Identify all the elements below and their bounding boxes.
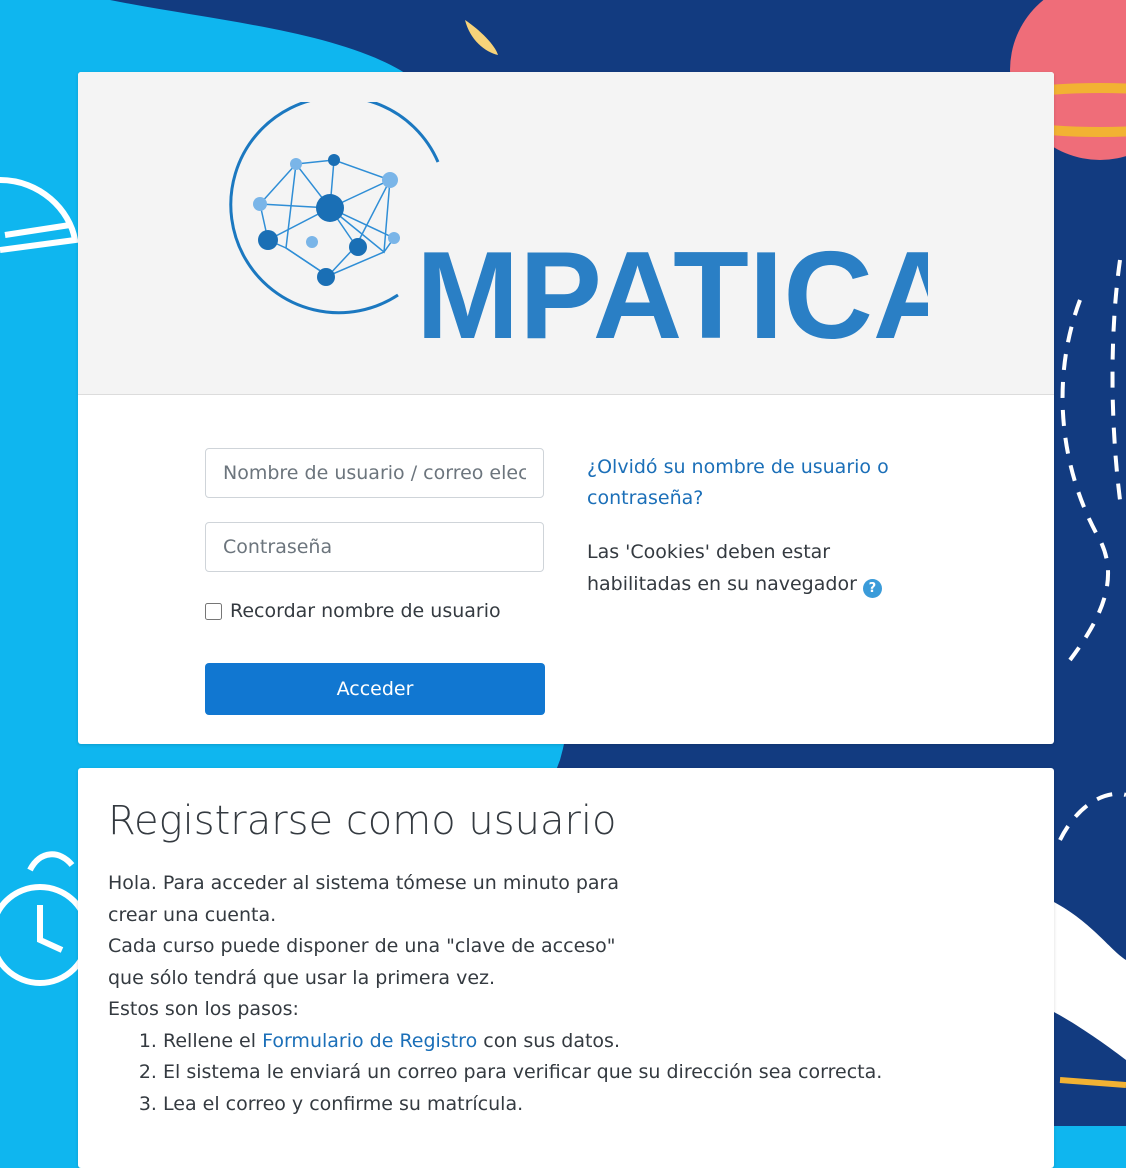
step-item: El sistema le enviará un correo para ver… bbox=[163, 1057, 1008, 1089]
register-title: Registrarse como usuario bbox=[108, 798, 617, 844]
logo-area: MPATICA bbox=[78, 72, 1054, 395]
remember-checkbox[interactable] bbox=[205, 602, 222, 620]
brand-logo: MPATICA bbox=[229, 102, 928, 362]
intro-line: Hola. Para acceder al sistema tómese un … bbox=[108, 872, 620, 894]
login-card: MPATICA Recordar nombre de usuario Acced… bbox=[78, 72, 1054, 744]
steps-heading: Estos son los pasos: bbox=[108, 998, 299, 1020]
password-input[interactable] bbox=[205, 522, 544, 572]
username-input[interactable] bbox=[205, 448, 544, 498]
steps-list: Rellene el Formulario de Registro con su… bbox=[108, 1026, 1008, 1121]
question-circle-icon[interactable]: ? bbox=[862, 579, 882, 598]
intro-line: crear una cuenta. bbox=[108, 903, 277, 926]
cookies-notice: Las 'Cookies' deben estar habilitadas en… bbox=[587, 536, 927, 600]
step-item: Rellene el Formulario de Registro con su… bbox=[163, 1026, 1008, 1058]
step-1-prefix: Rellene el bbox=[163, 1029, 257, 1052]
register-card: Registrarse como usuario Hola. Para acce… bbox=[78, 768, 1054, 1168]
remember-username[interactable]: Recordar nombre de usuario bbox=[205, 600, 501, 622]
registration-form-link[interactable]: Formulario de Registro bbox=[262, 1030, 477, 1052]
intro-line: Cada curso puede disponer de una "clave … bbox=[108, 935, 616, 957]
step-item: Lea el correo y confirme su matrícula. bbox=[163, 1089, 1008, 1121]
intro-line: que sólo tendrá que usar la primera vez. bbox=[108, 966, 496, 989]
brand-name: MPATICA bbox=[416, 227, 928, 362]
remember-label: Recordar nombre de usuario bbox=[230, 600, 501, 622]
step-1-suffix: con sus datos. bbox=[483, 1029, 620, 1052]
register-instructions: Hola. Para acceder al sistema tómese un … bbox=[108, 868, 1008, 1120]
cookies-notice-text: Las 'Cookies' deben estar habilitadas en… bbox=[587, 541, 857, 595]
forgot-password-link[interactable]: ¿Olvidó su nombre de usuario o contraseñ… bbox=[587, 452, 927, 514]
login-button[interactable]: Acceder bbox=[205, 663, 545, 715]
